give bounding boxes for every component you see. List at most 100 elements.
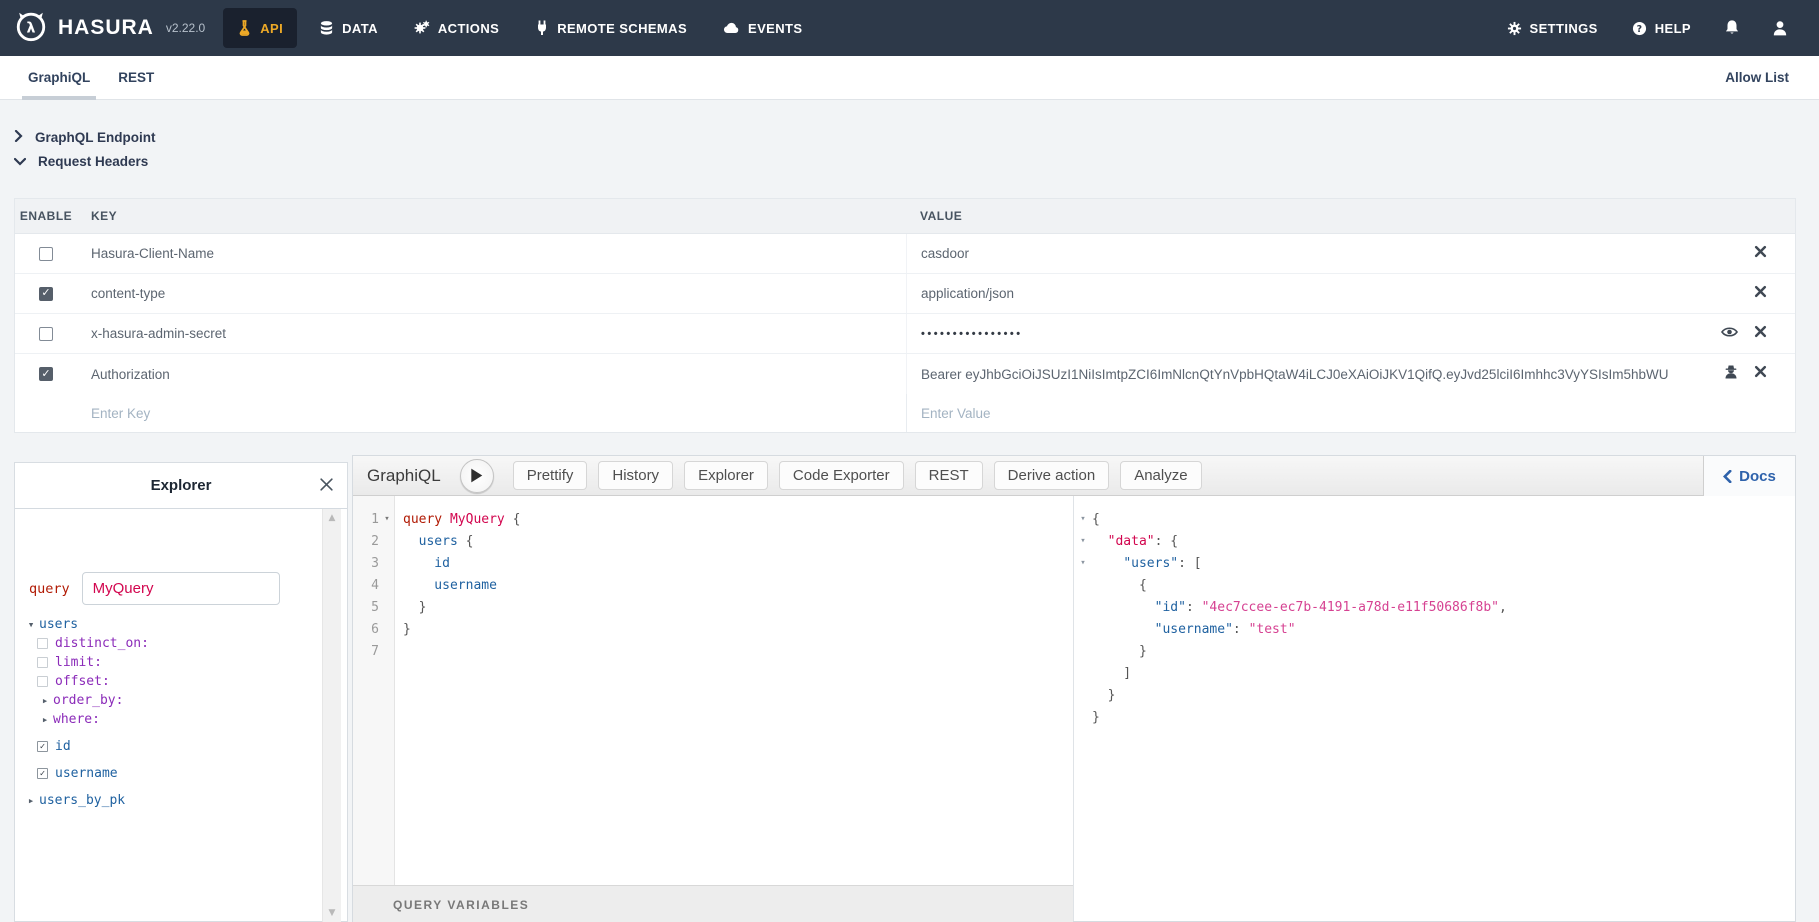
rest-button[interactable]: REST	[915, 461, 983, 490]
header-value-input[interactable]: casdoor	[906, 234, 1691, 273]
tree-item-where[interactable]: ▸where:	[15, 710, 319, 729]
explorer-scrollbar[interactable]: ▲ ▼	[322, 509, 341, 922]
tab-graphiql[interactable]: GraphiQL	[14, 56, 104, 100]
editor-line: 4 username	[353, 574, 1073, 596]
tree-item-offset[interactable]: offset:	[15, 672, 319, 691]
graphiql-pane: GraphiQL Prettify History Explorer Code Exp…	[352, 455, 1796, 922]
header-row: Hasura-Client-Namecasdoor	[15, 234, 1795, 274]
new-header-value-input[interactable]: Enter Value	[906, 394, 1691, 432]
header-key-input[interactable]: content-type	[77, 286, 906, 301]
enable-checkbox[interactable]: ✓	[39, 367, 53, 381]
fold-arrow-icon[interactable]: ▾	[1074, 536, 1092, 546]
tree-item-limit[interactable]: limit:	[15, 653, 319, 672]
brand-name: HASURA	[58, 16, 154, 40]
cloud-icon	[723, 21, 740, 35]
tree-item-username[interactable]: ✓username	[15, 764, 319, 783]
explorer-panel: Explorer query MyQuery ▾usersdistinct_on…	[14, 462, 348, 922]
explorer-button[interactable]: Explorer	[684, 461, 768, 490]
enable-checkbox[interactable]	[39, 327, 53, 341]
header-value-input[interactable]: Bearer eyJhbGciOiJSUzI1NiIsImtpZCI6ImNlc…	[906, 354, 1691, 394]
query-variables-bar[interactable]: QUERY VARIABLES	[353, 885, 1073, 922]
remove-header-button[interactable]	[1754, 285, 1767, 303]
field-checkbox[interactable]	[37, 676, 48, 687]
nav-item-events[interactable]: EVENTS	[709, 9, 816, 48]
enable-checkbox[interactable]	[39, 247, 53, 261]
scroll-down-icon[interactable]: ▼	[323, 908, 341, 918]
request-headers-label: Request Headers	[38, 154, 148, 169]
scroll-up-icon[interactable]: ▲	[323, 513, 341, 523]
new-header-key-input[interactable]: Enter Key	[77, 406, 906, 421]
gear-icon	[1507, 21, 1522, 36]
nav-item-data[interactable]: DATA	[305, 8, 392, 48]
query-variables-label: QUERY VARIABLES	[393, 898, 529, 912]
field-checkbox[interactable]	[37, 657, 48, 668]
field-checkbox[interactable]: ✓	[37, 768, 48, 779]
brand[interactable]: λ HASURA v2.22.0	[0, 9, 223, 48]
field-checkbox[interactable]	[37, 638, 48, 649]
request-headers-toggle[interactable]: Request Headers	[14, 150, 148, 172]
navbar-right: SETTINGS ?HELP	[1505, 9, 1819, 48]
graphql-endpoint-toggle[interactable]: GraphQL Endpoint	[14, 126, 156, 148]
play-icon	[470, 468, 483, 483]
fold-arrow-icon[interactable]: ▾	[1074, 514, 1092, 524]
decode-jwt-button[interactable]	[1724, 364, 1738, 384]
analyze-button[interactable]: Analyze	[1120, 461, 1201, 490]
tree-item-distinct_on[interactable]: distinct_on:	[15, 634, 319, 653]
nav-item-api[interactable]: API	[223, 8, 297, 48]
query-name-input[interactable]: MyQuery	[82, 572, 280, 605]
header-key-input[interactable]: Hasura-Client-Name	[77, 246, 906, 261]
triangle-right-icon: ▸	[37, 713, 53, 726]
response-line: ▾{	[1074, 508, 1795, 530]
prettify-button[interactable]: Prettify	[513, 461, 588, 490]
derive-action-button[interactable]: Derive action	[994, 461, 1110, 490]
query-editor[interactable]: 1▾query MyQuery {2 users {3 id4 username…	[353, 496, 1073, 885]
response-line: ▾ "data": {	[1074, 530, 1795, 552]
close-icon	[1754, 365, 1767, 383]
reveal-value-button[interactable]	[1721, 325, 1738, 343]
docs-tab[interactable]: Docs	[1703, 456, 1795, 496]
fold-arrow-icon[interactable]: ▾	[1074, 558, 1092, 568]
nav-item-actions[interactable]: ACTIONS	[400, 8, 513, 48]
nav-item-help[interactable]: ?HELP	[1630, 9, 1693, 48]
remove-header-button[interactable]	[1754, 365, 1767, 383]
flask-icon	[237, 20, 252, 36]
response-line: "id": "4ec7ccee-ec7b-4191-a78d-e11f50686…	[1074, 596, 1795, 618]
field-checkbox[interactable]: ✓	[37, 741, 48, 752]
code-exporter-button[interactable]: Code Exporter	[779, 461, 904, 490]
fold-arrow-icon[interactable]: ▾	[379, 514, 395, 524]
explorer-close-icon[interactable]	[319, 477, 334, 496]
editor-line: 2 users {	[353, 530, 1073, 552]
remove-header-button[interactable]	[1754, 245, 1767, 263]
nav-item-remote-schemas[interactable]: REMOTE SCHEMAS	[521, 8, 701, 48]
tree-item-order_by[interactable]: ▸order_by:	[15, 691, 319, 710]
gears-icon	[414, 20, 430, 36]
enable-checkbox[interactable]: ✓	[39, 287, 53, 301]
graphql-endpoint-label: GraphQL Endpoint	[35, 130, 156, 145]
remove-header-button[interactable]	[1754, 325, 1767, 343]
nav-item-settings[interactable]: SETTINGS	[1505, 9, 1600, 48]
tree-item-id[interactable]: ✓id	[15, 737, 319, 756]
header-value-input[interactable]: ••••••••••••••••	[906, 314, 1691, 353]
tree-item-users[interactable]: ▾users	[15, 615, 319, 634]
response-line: {	[1074, 574, 1795, 596]
tab-rest[interactable]: REST	[104, 56, 168, 100]
help-circle-icon: ?	[1632, 21, 1647, 36]
triangle-right-icon: ▸	[37, 694, 53, 707]
header-key-input[interactable]: Authorization	[77, 367, 906, 382]
header-value-input[interactable]: application/json	[906, 274, 1691, 313]
execute-query-button[interactable]	[460, 459, 494, 493]
query-keyword-label: query	[29, 581, 70, 597]
header-key-input[interactable]: x-hasura-admin-secret	[77, 326, 906, 341]
hasura-logo-icon: λ	[14, 9, 48, 48]
col-value: VALUE	[906, 199, 1691, 233]
graphiql-title: GraphiQL	[367, 466, 441, 486]
allow-list-link[interactable]: Allow List	[1725, 70, 1805, 85]
graphiql-toolbar: GraphiQL Prettify History Explorer Code Exp…	[353, 456, 1795, 496]
response-pane: ▾{▾ "data": {▾ "users": [ { "id": "4ec7c…	[1073, 496, 1795, 921]
response-line: ]	[1074, 662, 1795, 684]
tree-item-users_by_pk[interactable]: ▸users_by_pk	[15, 791, 319, 810]
notifications-bell-icon[interactable]	[1723, 19, 1741, 37]
history-button[interactable]: History	[598, 461, 673, 490]
user-avatar-icon[interactable]	[1771, 19, 1789, 37]
editor-line: 7	[353, 640, 1073, 662]
